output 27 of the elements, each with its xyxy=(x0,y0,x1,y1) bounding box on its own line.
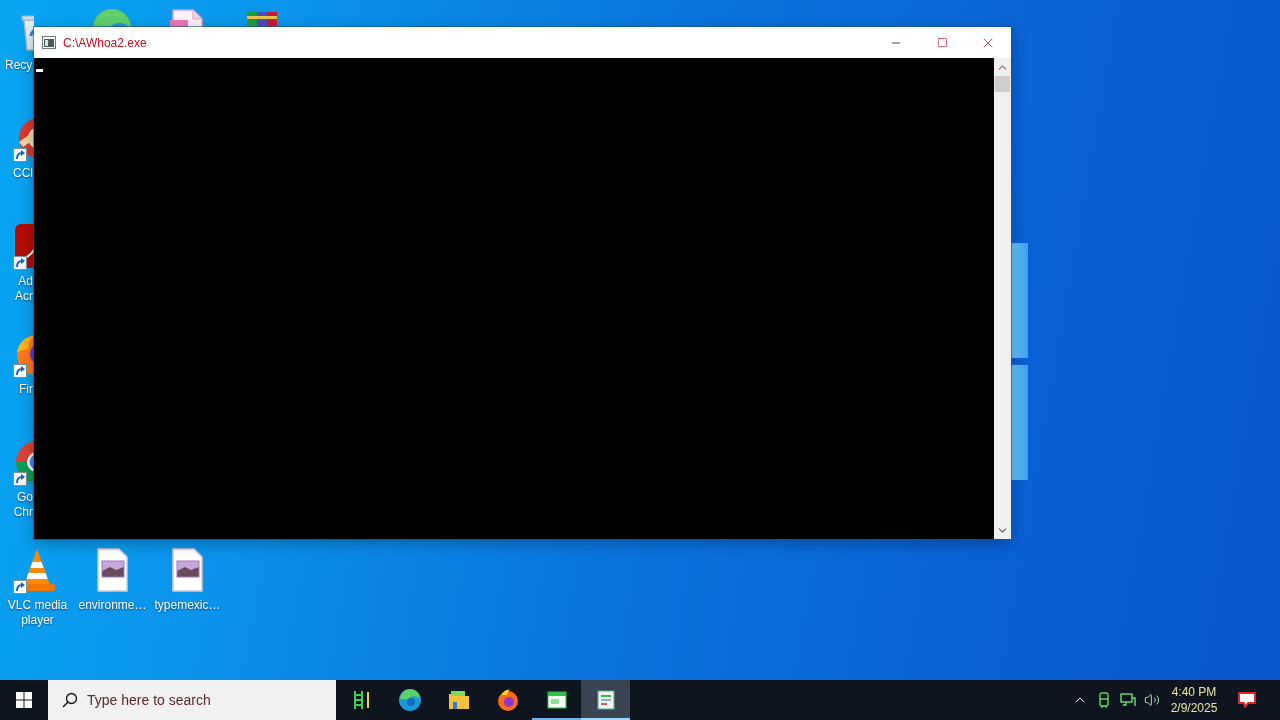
volume-icon[interactable] xyxy=(1144,692,1160,708)
window-title: C:\AWhoa2.exe xyxy=(63,35,147,50)
swirl-logo-icon xyxy=(397,688,422,712)
scrollbar-thumb[interactable] xyxy=(995,76,1010,92)
notification-icon[interactable] xyxy=(1237,691,1257,709)
desktop-icon-label[interactable]: environme… xyxy=(78,598,147,613)
flame-logo-icon xyxy=(495,688,520,712)
folder-icon xyxy=(446,688,471,712)
app-window-icon xyxy=(544,688,569,712)
console-window-icon xyxy=(42,36,56,49)
search-icon xyxy=(62,692,78,708)
maximize-icon xyxy=(936,37,948,48)
desktop-icon-label[interactable]: Ad Acr xyxy=(15,274,33,304)
desktop-icon-label[interactable]: Go Chr xyxy=(13,490,33,520)
desktop-icon-label[interactable]: VLC media player xyxy=(1,598,74,628)
network-icon[interactable] xyxy=(1120,692,1136,708)
search-field[interactable]: Type here to search xyxy=(48,680,336,720)
app-tile-icon[interactable] xyxy=(13,222,34,270)
scrollbar[interactable] xyxy=(994,58,1011,539)
windows-logo-icon xyxy=(16,692,32,708)
desktop-icon-label[interactable]: Fir xyxy=(19,382,33,397)
desktop-icon-label[interactable]: typemexic… xyxy=(154,598,221,613)
desktop-icon-label[interactable]: Recy xyxy=(5,58,33,73)
taskbar-button[interactable] xyxy=(581,680,630,720)
desktop-icon-label[interactable]: CCl xyxy=(13,166,33,181)
device-icon[interactable] xyxy=(1098,692,1110,708)
clock-button[interactable]: 4:40 PM 2/9/2025 xyxy=(1164,684,1224,716)
